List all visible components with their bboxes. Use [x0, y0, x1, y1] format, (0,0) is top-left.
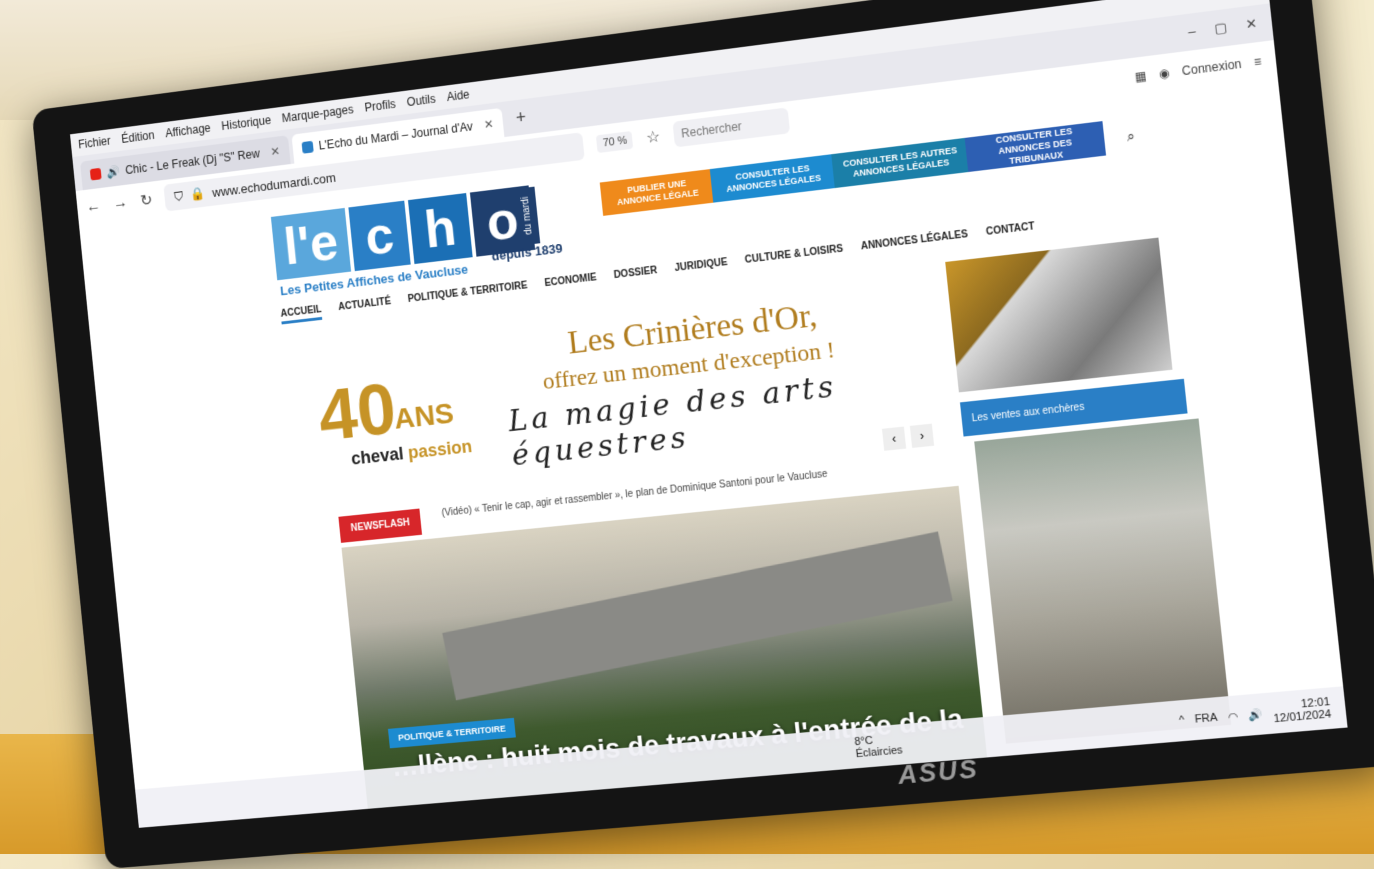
- weather-desc: Éclaircies: [855, 744, 904, 761]
- menu-affichage[interactable]: Affichage: [165, 121, 212, 140]
- monitor: Fichier Édition Affichage Historique Mar…: [31, 0, 1374, 869]
- publish-notice-button[interactable]: PUBLIER UNE ANNONCE LÉGALE: [599, 168, 716, 216]
- logo-letter: l'e: [270, 207, 352, 281]
- close-tab-icon[interactable]: ✕: [270, 144, 281, 159]
- system-tray: ^ FRA ◠ 🔊 12:01 12/01/2024: [1178, 695, 1347, 734]
- nav-dossier[interactable]: DOSSIER: [613, 265, 658, 286]
- reload-icon[interactable]: ↻: [139, 190, 154, 211]
- banner-number: 40: [314, 367, 400, 457]
- url-text: www.echodumardi.com: [211, 169, 337, 200]
- menu-outils[interactable]: Outils: [406, 92, 436, 109]
- horse-image: [945, 237, 1173, 393]
- nav-actualite[interactable]: ACTUALITÉ: [338, 296, 392, 318]
- volume-icon[interactable]: 🔊: [1248, 707, 1264, 721]
- menu-historique[interactable]: Historique: [221, 113, 272, 133]
- brand-word: cheval: [350, 443, 405, 469]
- echo-favicon-icon: [301, 140, 314, 154]
- window-controls: – ▢ ✕: [1187, 14, 1272, 41]
- screen: Fichier Édition Affichage Historique Mar…: [70, 0, 1348, 828]
- court-notices-button[interactable]: CONSULTER LES ANNONCES DES TRIBUNAUX: [964, 121, 1107, 173]
- menu-icon[interactable]: ≡: [1253, 54, 1262, 69]
- maximize-icon[interactable]: ▢: [1213, 19, 1227, 37]
- chevron-left-icon[interactable]: ‹: [881, 426, 907, 451]
- menu-profils[interactable]: Profils: [364, 97, 396, 115]
- nav-politique[interactable]: POLITIQUE & TERRITOIRE: [407, 280, 528, 309]
- zoom-level[interactable]: 70 %: [596, 130, 634, 154]
- wifi-icon[interactable]: ◠: [1227, 709, 1238, 723]
- navbar-right: ▦ ◉ Connexion ≡: [1134, 52, 1277, 84]
- minimize-icon[interactable]: –: [1187, 23, 1196, 40]
- account-label[interactable]: Connexion: [1181, 57, 1242, 79]
- account-icon[interactable]: ◉: [1158, 66, 1170, 82]
- back-icon[interactable]: ←: [86, 198, 102, 217]
- forward-icon[interactable]: →: [112, 194, 128, 213]
- brand-word: passion: [407, 436, 473, 463]
- shield-icon[interactable]: ⛉: [173, 188, 183, 204]
- close-window-icon[interactable]: ✕: [1245, 15, 1258, 33]
- chevron-up-icon[interactable]: ^: [1178, 714, 1185, 727]
- site-search-icon[interactable]: ⌕: [1126, 127, 1136, 145]
- nav-contact[interactable]: CONTACT: [985, 221, 1035, 243]
- extensions-icon[interactable]: ▦: [1134, 69, 1147, 85]
- chevron-right-icon[interactable]: ›: [909, 423, 935, 448]
- nav-culture[interactable]: CULTURE & LOISIRS: [744, 244, 844, 271]
- close-tab-icon[interactable]: ✕: [483, 117, 494, 132]
- ad-banner[interactable]: 40 ANS cheval passion Les Crinières d'Or…: [313, 284, 941, 479]
- menu-aide[interactable]: Aide: [446, 87, 470, 103]
- monitor-brand-logo: ASUS: [896, 753, 980, 790]
- bookmark-star-icon[interactable]: ☆: [645, 127, 661, 148]
- nav-juridique[interactable]: JURIDIQUE: [674, 257, 729, 279]
- speaker-icon[interactable]: 🔊: [106, 164, 121, 179]
- newsflash-badge: NEWSFLASH: [338, 508, 423, 543]
- language-indicator[interactable]: FRA: [1194, 712, 1218, 726]
- nav-annonces[interactable]: ANNONCES LÉGALES: [860, 229, 969, 257]
- menu-fichier[interactable]: Fichier: [78, 134, 112, 151]
- youtube-icon: [89, 167, 102, 181]
- clock[interactable]: 12:01 12/01/2024: [1272, 696, 1332, 726]
- logo-letter: c: [348, 200, 411, 272]
- site-logo[interactable]: l'e c h o: [270, 185, 536, 281]
- lock-icon[interactable]: 🔒: [190, 186, 206, 203]
- weather-widget[interactable]: 8°C Éclaircies: [854, 732, 904, 761]
- nav-accueil[interactable]: ACCUEIL: [280, 304, 323, 325]
- legal-notices-button[interactable]: CONSULTER LES ANNONCES LÉGALES: [709, 154, 837, 203]
- road-shape: [442, 531, 953, 701]
- logo-letter: h: [407, 193, 473, 265]
- banner-ans: ANS: [392, 397, 456, 436]
- new-tab-button[interactable]: +: [505, 105, 536, 129]
- other-notices-button[interactable]: CONSULTER LES AUTRES ANNONCES LÉGALES: [831, 137, 971, 189]
- slider-controls: ‹ ›: [881, 423, 935, 451]
- menu-edition[interactable]: Édition: [121, 128, 155, 146]
- clock-date: 12/01/2024: [1272, 708, 1332, 726]
- building-photo[interactable]: [974, 418, 1232, 744]
- nav-economie[interactable]: ECONOMIE: [544, 272, 598, 294]
